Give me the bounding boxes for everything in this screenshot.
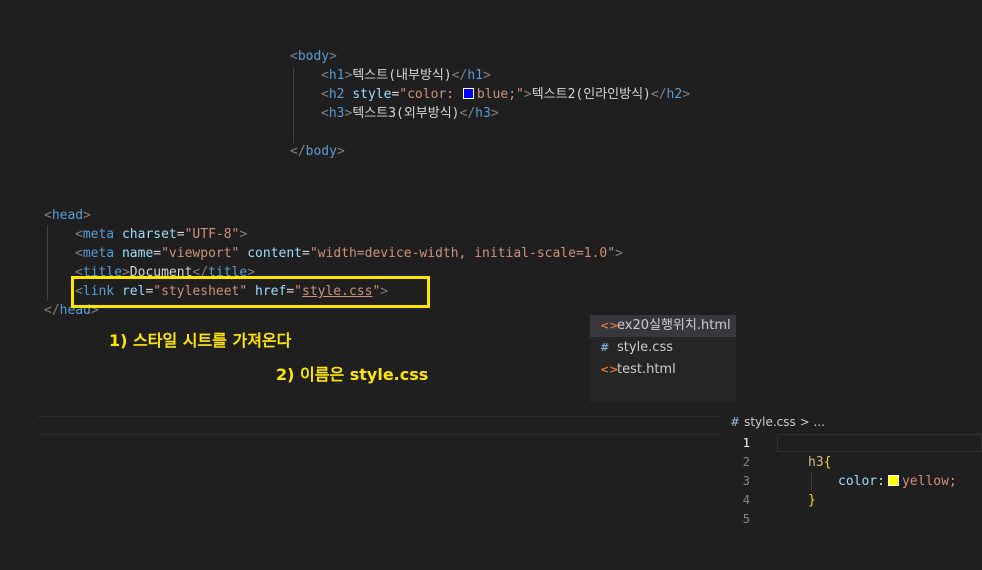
divider-line <box>38 434 720 435</box>
line-number: 1 <box>742 436 750 450</box>
html-file-icon: <> <box>600 363 619 376</box>
file-name: style.css <box>617 340 673 355</box>
line-number: 2 <box>742 455 750 469</box>
line-number: 5 <box>742 512 750 526</box>
file-item-test-html[interactable]: <> test.html <box>590 359 736 381</box>
meta-charset-line: <meta charset="UTF-8"> <box>75 227 248 242</box>
current-line-highlight <box>777 434 982 452</box>
css-editor-panel: # style.css > ... 1 2 3 4 5 h3{ color: yel… <box>720 409 982 570</box>
css-file-icon: # <box>600 341 610 354</box>
file-name: test.html <box>617 362 676 377</box>
file-item-style-css[interactable]: # style.css <box>590 337 736 359</box>
file-item-ex20[interactable]: <> ex20실행위치.html <box>590 315 736 337</box>
breadcrumb: # style.css > ... <box>730 415 825 429</box>
body-close-line: </body> <box>290 144 345 159</box>
breadcrumb-more[interactable]: ... <box>813 415 824 429</box>
css-property-line: color: yellow; <box>838 474 957 489</box>
css-close-line: } <box>808 493 816 508</box>
chevron-right-icon: > <box>799 415 810 429</box>
annotation-step1: 1) 스타일 시트를 가져온다 <box>109 331 292 350</box>
divider-line <box>38 416 720 417</box>
css-file-icon: # <box>730 415 741 429</box>
css-selector-line: h3{ <box>808 455 832 470</box>
line-number: 4 <box>742 493 750 507</box>
yellow-color-swatch[interactable] <box>887 475 899 486</box>
file-explorer-list: <> ex20실행위치.html # style.css <> test.htm… <box>590 315 736 403</box>
body-open-line: <body> <box>290 49 337 64</box>
head-open-line: <head> <box>44 208 91 223</box>
annotation-step2: 2) 이름은 style.css <box>276 365 429 384</box>
h2-line: <h2 style="color: blue;">텍스트2(인라인방식)</h2… <box>321 87 691 102</box>
breadcrumb-file[interactable]: style.css <box>744 415 796 429</box>
meta-viewport-line: <meta name="viewport" content="width=dev… <box>75 246 623 261</box>
html-file-icon: <> <box>600 319 619 332</box>
h1-line: <h1>텍스트(내부방식)</h1> <box>321 68 491 83</box>
h3-line: <h3>텍스트3(외부방식)</h3> <box>321 106 499 121</box>
link-highlight-box <box>71 276 430 308</box>
blue-color-swatch[interactable] <box>462 88 474 99</box>
file-name: ex20실행위치.html <box>617 318 731 333</box>
line-number: 3 <box>742 474 750 488</box>
